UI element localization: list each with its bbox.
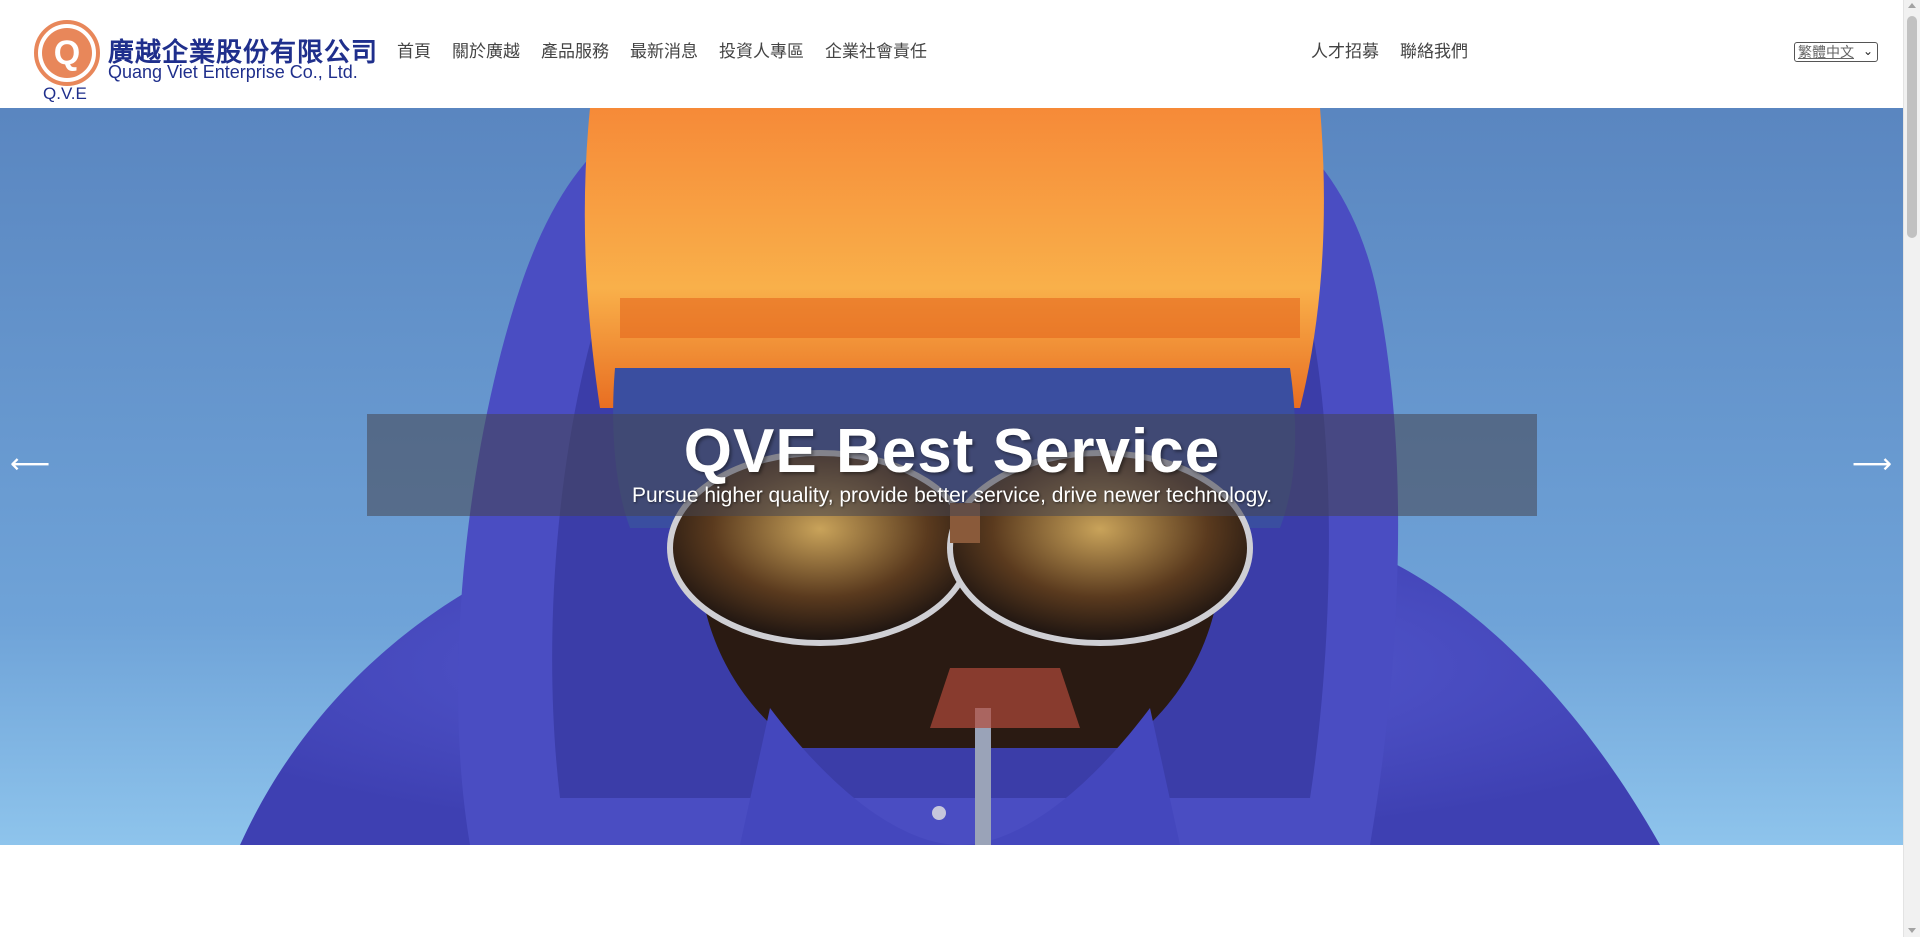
hero-subtitle: Pursue higher quality, provide better se… (631, 484, 1273, 507)
nav-item-news[interactable]: 最新消息 (630, 40, 698, 64)
nav-item-home[interactable]: 首頁 (397, 40, 431, 64)
carousel-indicator-dot[interactable] (932, 806, 946, 820)
nav-item-contact[interactable]: 聯絡我們 (1400, 40, 1468, 64)
company-name-en: Quang Viet Enterprise Co., Ltd. (108, 62, 358, 82)
logo-mark-letter: Q (54, 34, 80, 72)
site-header: Q 廣越企業股份有限公司 Quang Viet Enterprise Co., … (0, 0, 1903, 108)
company-abbr: Q.V.E (43, 84, 87, 103)
language-select[interactable]: 繁體中文 ⌄ (1794, 42, 1878, 62)
hero-carousel: QVE Best Service Pursue higher quality, … (0, 108, 1903, 845)
chevron-down-icon: ⌄ (1862, 44, 1873, 58)
site-logo[interactable]: Q 廣越企業股份有限公司 Quang Viet Enterprise Co., … (34, 18, 377, 106)
nav-item-products[interactable]: 產品服務 (541, 40, 609, 64)
carousel-next-button[interactable]: ⟶ (1851, 447, 1893, 479)
arrow-left-icon: ⟵ (9, 447, 51, 479)
scroll-thumb[interactable] (1907, 16, 1917, 238)
language-selected-value: 繁體中文 (1798, 45, 1854, 61)
page: Q 廣越企業股份有限公司 Quang Viet Enterprise Co., … (0, 0, 1920, 937)
carousel-prev-button[interactable]: ⟵ (9, 447, 51, 479)
qve-logo-icon: Q (34, 20, 100, 86)
scroll-up-arrow-icon[interactable] (1908, 3, 1916, 8)
nav-item-careers[interactable]: 人才招募 (1311, 40, 1379, 64)
secondary-nav: 人才招募 聯絡我們 (1311, 40, 1489, 64)
nav-item-csr[interactable]: 企業社會責任 (825, 40, 927, 64)
hero-title: QVE Best Service (683, 417, 1221, 486)
nav-item-investors[interactable]: 投資人專區 (719, 40, 804, 64)
scroll-down-arrow-icon[interactable] (1908, 928, 1916, 933)
nav-item-about[interactable]: 關於廣越 (452, 40, 520, 64)
arrow-right-icon: ⟶ (1851, 447, 1893, 479)
main-nav: 首頁 關於廣越 產品服務 最新消息 投資人專區 企業社會責任 (397, 40, 948, 64)
hero-caption: QVE Best Service Pursue higher quality, … (367, 414, 1537, 516)
page-scrollbar[interactable] (1903, 0, 1920, 937)
